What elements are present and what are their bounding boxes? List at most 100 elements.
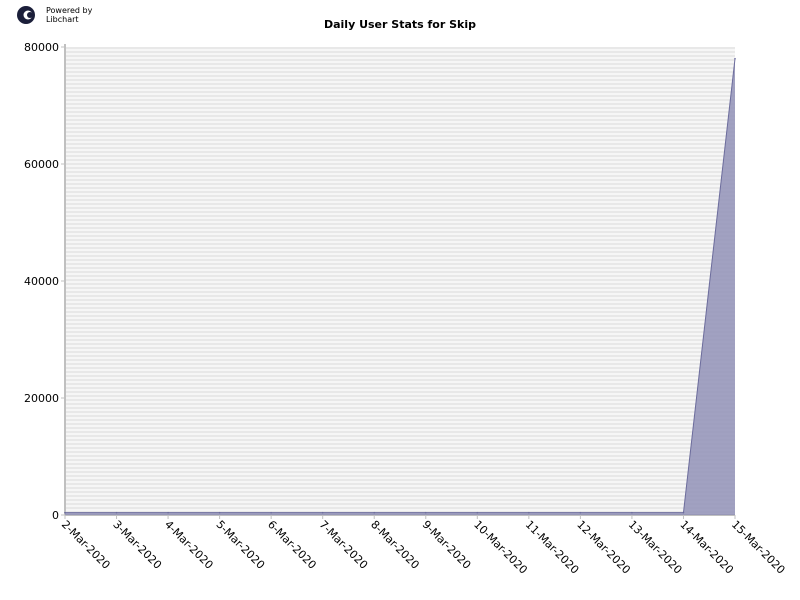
grid-stripe	[65, 291, 735, 293]
grid-stripe	[65, 155, 735, 157]
grid-stripe	[65, 435, 735, 437]
data-point	[734, 57, 736, 60]
grid-stripe	[65, 395, 735, 397]
grid-stripe	[65, 151, 735, 153]
x-tick-label: 5-Mar-2020	[213, 518, 267, 572]
grid-stripe	[65, 415, 735, 417]
grid-stripe	[65, 191, 735, 193]
grid-stripe	[65, 251, 735, 253]
grid-stripe	[65, 411, 735, 413]
data-point	[321, 511, 324, 514]
grid-stripe	[65, 503, 735, 505]
x-tick-label: 11-Mar-2020	[523, 518, 582, 577]
grid-stripe	[65, 487, 735, 489]
data-point	[167, 511, 169, 514]
grid-stripe	[65, 331, 735, 333]
data-point	[64, 511, 66, 514]
grid-stripe	[65, 159, 735, 161]
grid-stripe	[65, 499, 735, 501]
data-point	[631, 511, 633, 514]
grid-stripe	[65, 299, 735, 301]
grid-stripe	[65, 495, 735, 497]
grid-stripe	[65, 363, 735, 365]
grid-stripe	[65, 139, 735, 141]
grid-stripe	[65, 263, 735, 265]
grid-stripe	[65, 123, 735, 125]
grid-stripe	[65, 287, 735, 289]
x-tick-label: 6-Mar-2020	[265, 518, 319, 572]
grid-stripe	[65, 231, 735, 233]
grid-stripe	[65, 283, 735, 285]
grid-stripe	[65, 275, 735, 277]
grid-stripe	[65, 267, 735, 269]
grid-stripe	[65, 335, 735, 337]
x-tick-label: 13-Mar-2020	[626, 518, 685, 577]
y-tick-label: 20000	[24, 392, 59, 405]
grid-stripe	[65, 219, 735, 221]
grid-stripe	[65, 175, 735, 177]
x-tick-label: 4-Mar-2020	[162, 518, 216, 572]
x-tick-label: 12-Mar-2020	[574, 518, 633, 577]
grid-stripe	[65, 303, 735, 305]
grid-stripe	[65, 319, 735, 321]
grid-stripe	[65, 351, 735, 353]
grid-stripe	[65, 75, 735, 77]
grid-stripe	[65, 467, 735, 469]
grid-stripe	[65, 371, 735, 373]
grid-stripe	[65, 259, 735, 261]
grid-stripe	[65, 315, 735, 317]
grid-stripe	[65, 47, 735, 49]
grid-stripe	[65, 239, 735, 241]
grid-stripe	[65, 471, 735, 473]
data-point	[528, 511, 530, 514]
grid-stripe	[65, 355, 735, 357]
x-tick-label: 7-Mar-2020	[317, 518, 371, 572]
grid-stripe	[65, 243, 735, 245]
grid-stripe	[65, 387, 735, 389]
grid-stripe	[65, 451, 735, 453]
grid-stripe	[65, 483, 735, 485]
grid-stripe	[65, 323, 735, 325]
x-tick-label: 14-Mar-2020	[677, 518, 736, 577]
grid-stripe	[65, 143, 735, 145]
grid-stripe	[65, 103, 735, 105]
x-tick-label: 3-Mar-2020	[110, 518, 164, 572]
grid-stripe	[65, 147, 735, 149]
data-point	[579, 511, 582, 514]
data-point	[682, 511, 685, 514]
data-point	[373, 511, 376, 514]
grid-stripe	[65, 359, 735, 361]
grid-stripe	[65, 307, 735, 309]
grid-stripe	[65, 131, 735, 133]
grid-stripe	[65, 115, 735, 117]
grid-stripe	[65, 399, 735, 401]
grid-stripe	[65, 383, 735, 385]
data-point	[424, 511, 427, 514]
x-tick-label: 2-Mar-2020	[59, 518, 113, 572]
grid-stripe	[65, 255, 735, 257]
grid-stripe	[65, 279, 735, 281]
grid-stripe	[65, 407, 735, 409]
grid-stripe	[65, 59, 735, 61]
grid-stripe	[65, 379, 735, 381]
grid-stripe	[65, 375, 735, 377]
data-point	[218, 511, 221, 514]
grid-stripe	[65, 455, 735, 457]
grid-stripe	[65, 71, 735, 73]
grid-stripe	[65, 135, 735, 137]
grid-stripe	[65, 199, 735, 201]
grid-stripe	[65, 403, 735, 405]
data-point	[476, 511, 479, 514]
grid-stripe	[65, 507, 735, 509]
grid-stripe	[65, 247, 735, 249]
grid-stripe	[65, 475, 735, 477]
y-tick-label: 80000	[24, 41, 59, 54]
grid-stripe	[65, 223, 735, 225]
data-point	[115, 511, 118, 514]
grid-stripe	[65, 295, 735, 297]
x-tick-label: 15-Mar-2020	[729, 518, 788, 577]
grid-stripe	[65, 443, 735, 445]
grid-stripe	[65, 207, 735, 209]
grid-stripe	[65, 367, 735, 369]
y-tick-label: 0	[52, 509, 59, 522]
